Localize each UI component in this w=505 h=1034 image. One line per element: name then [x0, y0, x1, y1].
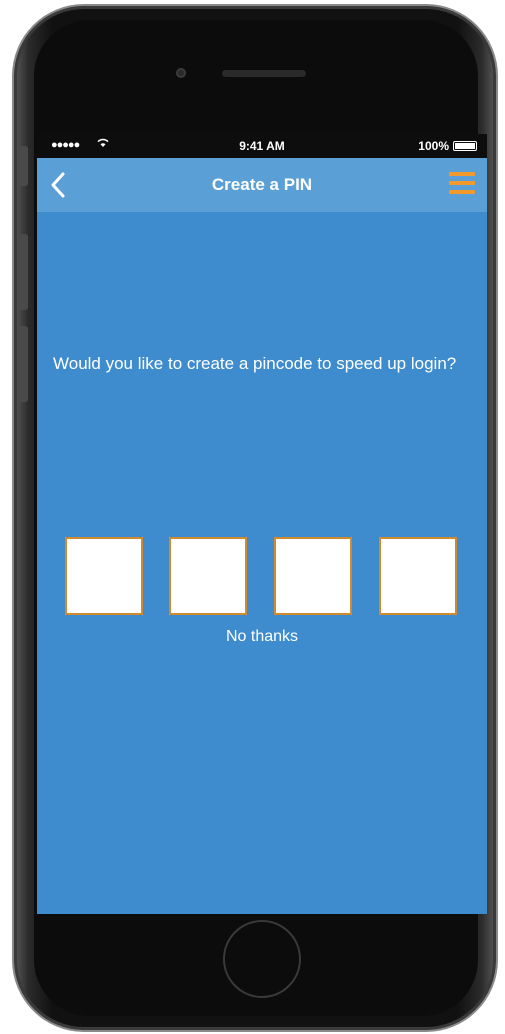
status-bar: ●●●●● 9:41 AM 100% [37, 134, 487, 158]
volume-down-button [18, 326, 28, 402]
front-camera [176, 68, 186, 78]
pin-digit-3[interactable] [274, 537, 352, 615]
pin-digit-1[interactable] [65, 537, 143, 615]
pin-prompt-text: Would you like to create a pincode to sp… [53, 354, 457, 373]
pin-input-row [65, 537, 461, 617]
volume-up-button [18, 234, 28, 310]
phone-screen: ●●●●● 9:41 AM 100% Create a PIN Would yo… [37, 134, 487, 914]
earpiece-speaker [222, 70, 306, 77]
battery-icon [453, 141, 477, 151]
pin-digit-4[interactable] [379, 537, 457, 615]
nav-bar: Create a PIN [37, 158, 487, 212]
page-title: Create a PIN [211, 175, 313, 194]
battery-percent: 100% [418, 139, 449, 153]
no-thanks-link[interactable]: No thanks [37, 628, 487, 646]
hamburger-menu-icon[interactable] [449, 172, 475, 196]
pin-digit-2[interactable] [169, 537, 247, 615]
home-button[interactable] [223, 920, 301, 998]
mute-switch [18, 146, 28, 186]
